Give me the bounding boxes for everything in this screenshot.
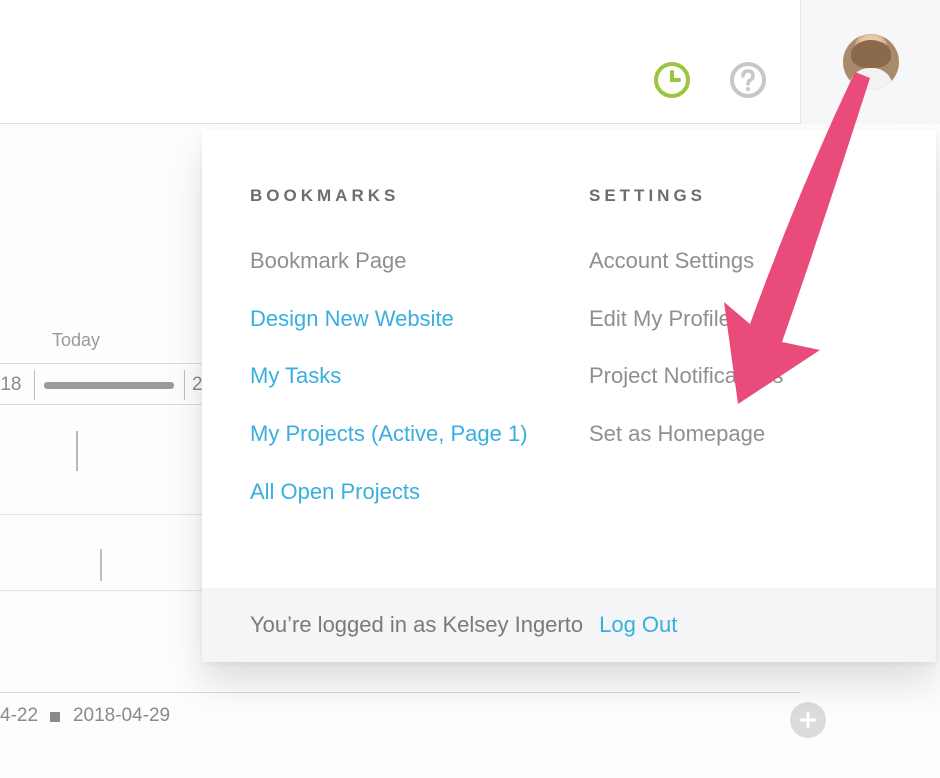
- dropdown-body: BOOKMARKS Bookmark Page Design New Websi…: [202, 130, 936, 588]
- date-segment: 4-22: [0, 705, 38, 727]
- user-menu-trigger[interactable]: [800, 0, 940, 124]
- bookmark-page-link[interactable]: Bookmark Page: [250, 246, 559, 276]
- avatar: [843, 34, 899, 90]
- dropdown-footer: You’re logged in as Kelsey Ingerto Log O…: [202, 588, 936, 662]
- add-button[interactable]: [790, 702, 826, 738]
- date-marker-icon: [50, 712, 60, 722]
- settings-edit-profile[interactable]: Edit My Profile: [589, 304, 898, 334]
- user-dropdown: BOOKMARKS Bookmark Page Design New Websi…: [202, 130, 936, 662]
- timeline-axis-2: [0, 405, 206, 515]
- timeline-axis: -18 20: [0, 363, 206, 405]
- bookmark-design-new-website[interactable]: Design New Website: [250, 304, 559, 334]
- header-icons: [648, 36, 940, 124]
- settings-column: SETTINGS Account Settings Edit My Profil…: [589, 186, 898, 534]
- bookmark-my-projects[interactable]: My Projects (Active, Page 1): [250, 419, 559, 449]
- help-icon[interactable]: [724, 56, 772, 104]
- today-label: Today: [52, 330, 210, 351]
- bookmarks-column: BOOKMARKS Bookmark Page Design New Websi…: [250, 186, 559, 534]
- settings-account[interactable]: Account Settings: [589, 246, 898, 276]
- settings-heading: SETTINGS: [589, 186, 898, 206]
- bookmark-my-tasks[interactable]: My Tasks: [250, 361, 559, 391]
- clock-icon[interactable]: [648, 56, 696, 104]
- timeline-row: [0, 515, 206, 591]
- bookmarks-heading: BOOKMARKS: [250, 186, 559, 206]
- logged-in-text: You’re logged in as Kelsey Ingerto: [250, 612, 583, 638]
- date-segment: 2018-04-29: [73, 705, 170, 727]
- logout-link[interactable]: Log Out: [599, 612, 677, 638]
- app-header: [0, 0, 940, 124]
- tick-label: -18: [0, 374, 21, 396]
- bookmark-all-open-projects[interactable]: All Open Projects: [250, 477, 559, 507]
- timeline-bottom-row: 4-22 2018-04-29: [0, 692, 800, 727]
- settings-set-homepage[interactable]: Set as Homepage: [589, 419, 898, 449]
- settings-project-notifications[interactable]: Project Notifications: [589, 361, 898, 391]
- timeline-background: Today -18 20: [0, 330, 210, 591]
